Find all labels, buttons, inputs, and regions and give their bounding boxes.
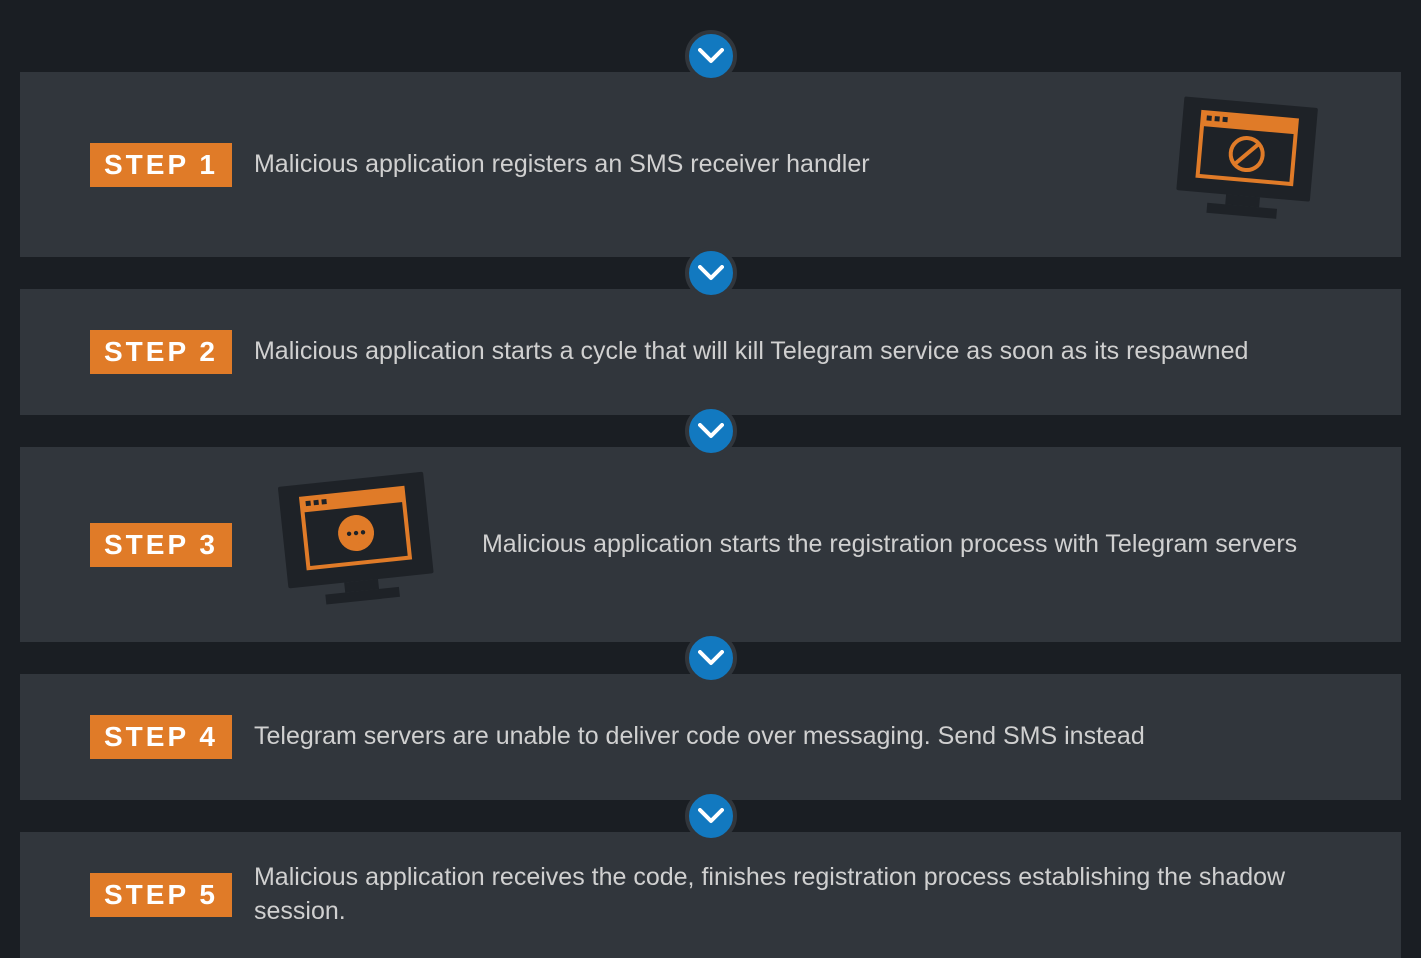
step-text-1: Malicious application registers an SMS r… [254,148,1161,182]
chevron-down-icon [685,632,737,684]
blocked-monitor-icon [1161,92,1331,237]
step-badge-3: STEP 3 [90,523,232,567]
chevron-down-icon [685,405,737,457]
step-row-5: STEP 5 Malicious application receives th… [20,832,1401,958]
chat-monitor-icon [262,467,452,622]
step-badge-2: STEP 2 [90,330,232,374]
step-badge-1: STEP 1 [90,143,232,187]
step-row-2: STEP 2 Malicious application starts a cy… [20,289,1401,415]
step-badge-4: STEP 4 [90,715,232,759]
chevron-down-icon [685,30,737,82]
chevron-down-icon [685,247,737,299]
step-text-2: Malicious application starts a cycle tha… [254,335,1341,369]
step-text-5: Malicious application receives the code,… [254,861,1341,929]
step-row-1: STEP 1 Malicious application registers a… [20,72,1401,257]
step-badge-5: STEP 5 [90,873,232,917]
steps-flow: STEP 1 Malicious application registers a… [20,40,1401,958]
step-text-3: Malicious application starts the registr… [482,528,1341,562]
chevron-down-icon [685,790,737,842]
step-row-3: STEP 3 [20,447,1401,642]
step-text-4: Telegram servers are unable to deliver c… [254,720,1341,754]
step-row-4: STEP 4 Telegram servers are unable to de… [20,674,1401,800]
